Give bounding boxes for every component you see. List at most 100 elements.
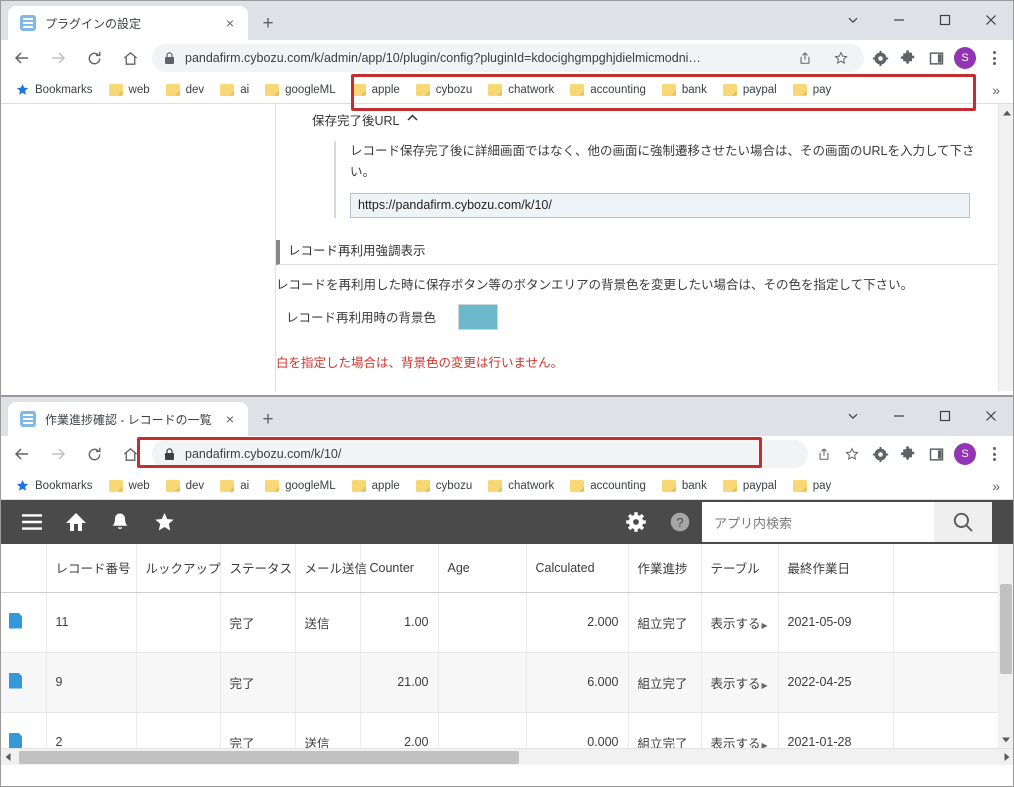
share-icon[interactable] <box>810 440 838 468</box>
bell-icon[interactable] <box>98 500 142 544</box>
collapse-chevron-up-icon[interactable] <box>407 114 418 125</box>
maximize-icon[interactable] <box>922 0 968 40</box>
bookmarks-overflow-icon[interactable]: » <box>984 82 1008 98</box>
bookmark-item[interactable]: bank <box>654 474 715 498</box>
home-icon[interactable] <box>115 43 145 73</box>
forward-icon[interactable] <box>43 43 73 73</box>
help-icon[interactable]: ? <box>658 500 702 544</box>
vertical-scrollbar-2[interactable] <box>998 544 1014 748</box>
star-icon[interactable] <box>142 500 186 544</box>
col-counter[interactable]: Counter <box>360 544 438 592</box>
globe-gear-icon[interactable] <box>866 44 894 72</box>
row-open-icon-cell[interactable] <box>0 592 46 652</box>
bookmark-item[interactable]: dev <box>158 78 213 102</box>
extensions-puzzle-icon[interactable] <box>894 44 922 72</box>
minimize-icon[interactable] <box>876 0 922 40</box>
address-bar-2[interactable]: pandafirm.cybozu.com/k/10/ <box>152 440 808 468</box>
browser-tab-plugin-config[interactable]: プラグインの設定 × <box>8 6 248 40</box>
kebab-menu-icon[interactable] <box>980 44 1008 72</box>
vertical-scrollbar-1[interactable] <box>998 104 1014 391</box>
bookmark-item[interactable]: googleML <box>257 78 344 102</box>
table-row[interactable]: 2 完了 送信 2.00 0.000 組立完了 表示する▶ 2021-01-28 <box>0 712 998 748</box>
bookmark-root[interactable]: Bookmarks <box>8 474 101 498</box>
gear-icon[interactable] <box>614 500 658 544</box>
back-icon[interactable] <box>7 439 37 469</box>
reuse-color-swatch[interactable] <box>458 304 498 330</box>
home-icon[interactable] <box>54 500 98 544</box>
browser-tab-record-list[interactable]: 作業進捗確認 - レコードの一覧 × <box>8 402 248 436</box>
scroll-left-arrow-icon[interactable] <box>0 749 15 766</box>
record-open-icon[interactable] <box>9 673 22 689</box>
bookmark-item[interactable]: cybozu <box>408 78 480 102</box>
col-calculated[interactable]: Calculated <box>526 544 628 592</box>
close-tab-icon[interactable]: × <box>222 15 238 31</box>
cell-table[interactable]: 表示する▶ <box>701 712 778 748</box>
row-open-icon-cell[interactable] <box>0 712 46 748</box>
scroll-down-arrow-icon[interactable] <box>998 731 1014 748</box>
reload-icon[interactable] <box>79 439 109 469</box>
col-progress[interactable]: 作業進捗 <box>628 544 701 592</box>
tab-search-chevron-down-icon[interactable] <box>830 396 876 436</box>
table-row[interactable]: 11 完了 送信 1.00 2.000 組立完了 表示する▶ 2021-05-0… <box>0 592 998 652</box>
tab-search-chevron-down-icon[interactable] <box>830 0 876 40</box>
bookmark-item[interactable]: cybozu <box>408 474 480 498</box>
reload-icon[interactable] <box>79 43 109 73</box>
new-tab-button[interactable]: + <box>254 9 282 37</box>
scroll-up-arrow-icon[interactable] <box>999 104 1014 121</box>
bookmark-item[interactable]: web <box>101 78 158 102</box>
back-icon[interactable] <box>7 43 37 73</box>
bookmark-item[interactable]: dev <box>158 474 213 498</box>
new-tab-button[interactable]: + <box>254 405 282 433</box>
scrollbar-thumb-2[interactable] <box>1000 584 1012 674</box>
col-mail[interactable]: メール送信 <box>295 544 360 592</box>
bookmark-item[interactable]: accounting <box>562 474 654 498</box>
bookmark-root[interactable]: Bookmarks <box>8 78 101 102</box>
minimize-icon[interactable] <box>876 396 922 436</box>
col-age[interactable]: Age <box>438 544 526 592</box>
profile-avatar[interactable]: S <box>954 47 976 69</box>
horizontal-scrollbar[interactable] <box>0 748 1014 765</box>
share-icon[interactable] <box>792 45 818 71</box>
profile-avatar[interactable]: S <box>954 443 976 465</box>
bookmark-item[interactable]: pay <box>785 78 840 102</box>
save-url-heading[interactable]: 保存完了後URL <box>312 110 998 129</box>
globe-gear-icon[interactable] <box>866 440 894 468</box>
col-table[interactable]: テーブル <box>701 544 778 592</box>
bookmark-item[interactable]: accounting <box>562 78 654 102</box>
maximize-icon[interactable] <box>922 396 968 436</box>
row-open-icon-cell[interactable] <box>0 652 46 712</box>
search-icon[interactable] <box>934 502 992 542</box>
bookmark-item[interactable]: ai <box>212 474 257 498</box>
extensions-puzzle-icon[interactable] <box>894 440 922 468</box>
bookmark-item[interactable]: bank <box>654 78 715 102</box>
record-open-icon[interactable] <box>9 613 22 629</box>
app-search-input[interactable]: アプリ内検索 <box>702 502 934 542</box>
col-last-date[interactable]: 最終作業日 <box>778 544 893 592</box>
bookmark-item[interactable]: apple <box>344 78 408 102</box>
table-row[interactable]: 9 完了 21.00 6.000 組立完了 表示する▶ 2022-04-25 <box>0 652 998 712</box>
bookmark-star-icon[interactable] <box>838 440 866 468</box>
bookmark-item[interactable]: pay <box>785 474 840 498</box>
hamburger-icon[interactable] <box>10 500 54 544</box>
horizontal-scroll-track[interactable] <box>15 749 999 766</box>
bookmark-item[interactable]: googleML <box>257 474 344 498</box>
address-bar-1[interactable]: pandafirm.cybozu.com/k/admin/app/10/plug… <box>152 44 864 72</box>
cell-table[interactable]: 表示する▶ <box>701 592 778 652</box>
col-status[interactable]: ステータス <box>220 544 295 592</box>
forward-icon[interactable] <box>43 439 73 469</box>
kebab-menu-icon[interactable] <box>980 440 1008 468</box>
horizontal-scroll-thumb[interactable] <box>19 751 519 764</box>
save-url-input[interactable]: https://pandafirm.cybozu.com/k/10/ <box>350 193 970 218</box>
close-tab-icon[interactable]: × <box>222 411 238 427</box>
sidepanel-icon[interactable] <box>922 44 950 72</box>
col-record-no[interactable]: レコード番号 <box>46 544 136 592</box>
scroll-right-arrow-icon[interactable] <box>999 749 1014 766</box>
bookmark-item[interactable]: paypal <box>715 78 785 102</box>
bookmark-item[interactable]: ai <box>212 78 257 102</box>
bookmark-item[interactable]: chatwork <box>480 474 562 498</box>
sidepanel-icon[interactable] <box>922 440 950 468</box>
bookmark-star-icon[interactable] <box>828 45 854 71</box>
close-window-icon[interactable] <box>968 396 1014 436</box>
bookmarks-overflow-icon[interactable]: » <box>984 478 1008 494</box>
bookmark-item[interactable]: chatwork <box>480 78 562 102</box>
